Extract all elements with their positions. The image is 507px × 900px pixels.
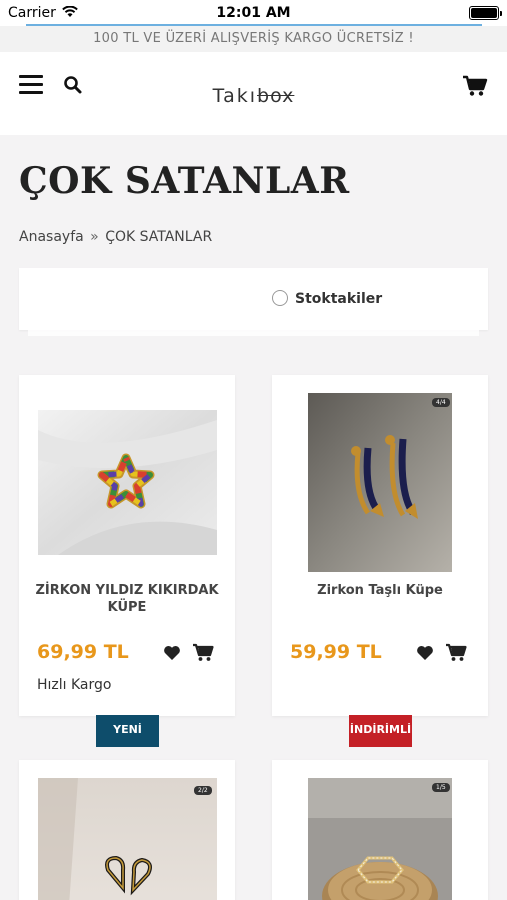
new-ribbon: YENİ — [96, 715, 159, 747]
product-image[interactable] — [308, 393, 452, 572]
breadcrumb: Anasayfa » ÇOK SATANLAR — [19, 229, 212, 245]
cart-icon[interactable] — [462, 75, 488, 97]
heart-icon[interactable] — [416, 645, 434, 661]
image-counter-badge: 2/2 — [194, 786, 212, 795]
product-image[interactable] — [38, 778, 217, 900]
logo-text-box: box — [257, 85, 295, 107]
breadcrumb-home-link[interactable]: Anasayfa — [19, 229, 84, 245]
heart-icon[interactable] — [163, 645, 181, 661]
product-price: 59,99 TL — [290, 641, 382, 663]
discount-ribbon: İNDİRİMLİ — [349, 715, 412, 747]
product-image[interactable] — [308, 778, 452, 900]
in-stock-checkbox[interactable] — [272, 290, 288, 306]
site-logo[interactable]: Takıbox — [0, 85, 507, 107]
filter-panel-shadow — [28, 330, 479, 336]
site-header: Takıbox — [0, 52, 507, 135]
clock: 12:01 AM — [216, 5, 291, 21]
breadcrumb-separator: » — [90, 229, 99, 245]
product-card[interactable]: 4/4 Zirkon Taşlı Küpe 59,99 TL — [272, 375, 488, 716]
product-card[interactable]: 1/5 — [272, 760, 488, 900]
product-card[interactable]: ZİRKON YILDIZ KIKIRDAK KÜPE 69,99 TL Hız… — [19, 375, 235, 716]
add-to-cart-icon[interactable] — [192, 643, 214, 662]
breadcrumb-current: ÇOK SATANLAR — [105, 229, 213, 245]
status-bar: Carrier 12:01 AM — [0, 0, 507, 26]
filter-panel: Stoktakiler — [19, 268, 488, 330]
logo-text: Takı — [212, 85, 258, 107]
battery-icon — [469, 6, 502, 20]
in-stock-label[interactable]: Stoktakiler — [295, 291, 382, 307]
add-to-cart-icon[interactable] — [445, 643, 467, 662]
product-price: 69,99 TL — [37, 641, 129, 663]
product-image[interactable] — [38, 410, 217, 555]
image-counter-badge: 1/5 — [432, 783, 450, 792]
product-card[interactable]: 2/2 — [19, 760, 235, 900]
page-title: ÇOK SATANLAR — [19, 160, 350, 202]
promo-banner: 100 TL VE ÜZERİ ALIŞVERİŞ KARGO ÜCRETSİZ… — [0, 26, 507, 52]
shipping-label: Hızlı Kargo — [37, 677, 112, 693]
image-counter-badge: 4/4 — [432, 398, 450, 407]
product-name[interactable]: ZİRKON YILDIZ KIKIRDAK KÜPE — [29, 582, 225, 616]
product-name[interactable]: Zirkon Taşlı Küpe — [282, 582, 478, 599]
